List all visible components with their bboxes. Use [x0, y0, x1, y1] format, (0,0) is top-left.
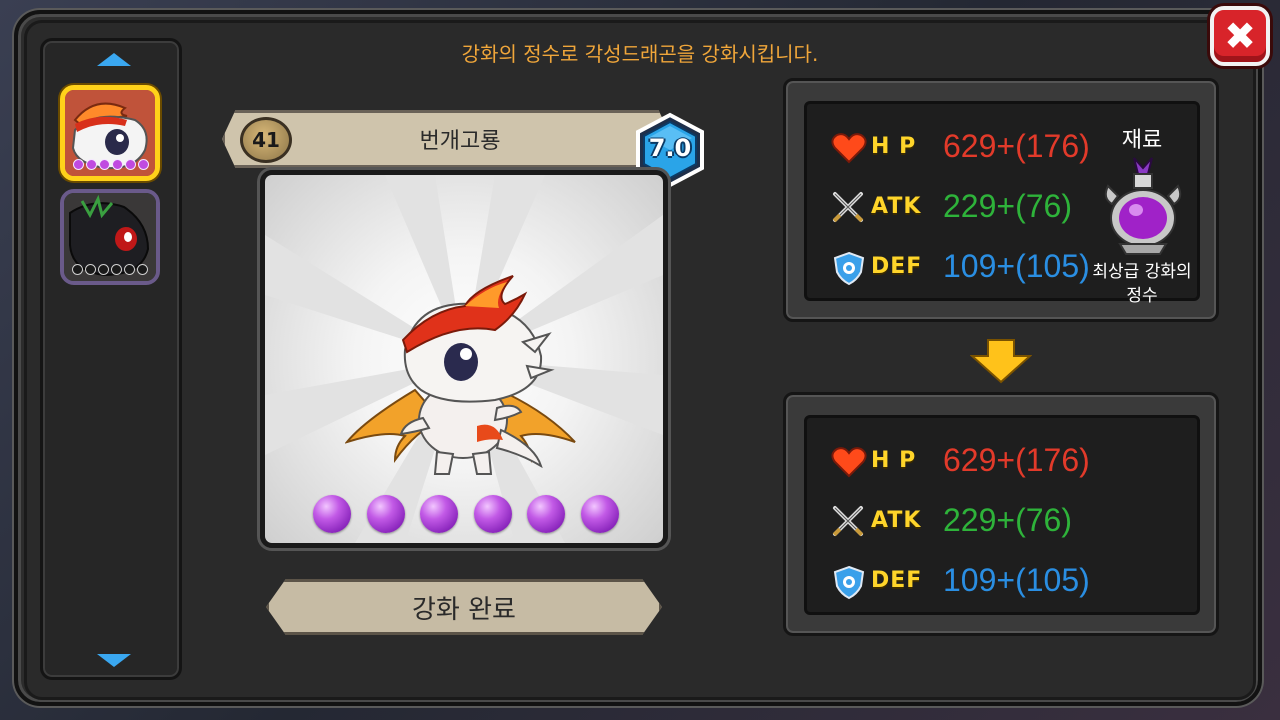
heart-icon [831, 133, 867, 164]
level-badge: 41 [240, 117, 292, 163]
shield-icon [833, 565, 865, 600]
def-label: DEF [871, 568, 923, 593]
result-down-arrow-icon [970, 339, 1032, 384]
def-label: DEF [871, 254, 923, 279]
close-button[interactable]: ✖ [1210, 6, 1270, 66]
close-icon: ✖ [1224, 14, 1256, 58]
atk-value: 229+(76) [943, 502, 1072, 538]
def-value: 109+(105) [943, 562, 1090, 598]
heart-icon [831, 447, 867, 478]
purple-orb-icon [473, 495, 512, 533]
purple-orb-icon [527, 495, 566, 533]
crossed-swords-icon [832, 506, 864, 537]
hp-value: 629+(176) [943, 442, 1090, 478]
shield-icon [833, 251, 865, 286]
material-name-line2: 정수 [1126, 286, 1158, 306]
def-value: 109+(105) [943, 248, 1090, 284]
thumb-gem-row [73, 159, 149, 173]
atk-row: ATK 229+(76) [831, 188, 1131, 228]
hp-label: H P [871, 448, 917, 473]
dragon-thumb-fire[interactable] [60, 85, 160, 181]
enhance-complete-label: 강화 완료 [412, 594, 516, 625]
crossed-swords-icon [832, 192, 864, 223]
atk-label: ATK [871, 508, 922, 533]
material-name-line1: 최상급 강화의 [1092, 262, 1192, 282]
dragon-thumb-dark[interactable] [60, 189, 160, 285]
instruction-text: 강화의 정수로 각성드래곤을 강화시킵니다. [461, 42, 819, 66]
purple-orb-icon [366, 495, 405, 533]
hp-value: 629+(176) [943, 128, 1090, 164]
hp-row: H P 629+(176) [831, 128, 1131, 168]
atk-value: 229+(76) [943, 188, 1072, 224]
dragon-name: 번개고룡 [419, 129, 501, 154]
hp-label: H P [871, 134, 917, 159]
scroll-up-arrow-icon[interactable] [97, 53, 131, 66]
dragon-portrait-card [260, 170, 668, 548]
purple-orb-icon [313, 495, 351, 533]
material-title: 재료 [1121, 128, 1163, 153]
stats-after-inner: H P 629+(176) ATK 229+(76) DEF 109+(105) [804, 415, 1200, 615]
level-value: 41 [252, 128, 280, 152]
def-row: DEF 109+(105) [831, 562, 1131, 602]
enhance-orb-row [313, 495, 619, 535]
stats-after-panel: H P 629+(176) ATK 229+(76) DEF 109+(105) [783, 392, 1219, 636]
scroll-down-arrow-icon[interactable] [97, 654, 131, 667]
material-name: 최상급 강화의 정수 [1080, 260, 1204, 308]
thumb-gem-row [72, 264, 148, 278]
hp-row: H P 629+(176) [831, 442, 1131, 482]
enhance-essence-potion-icon [1104, 157, 1182, 255]
atk-row: ATK 229+(76) [831, 502, 1131, 542]
dragon-figure-icon [345, 275, 576, 475]
purple-orb-icon [420, 495, 459, 533]
enhance-complete-button[interactable]: 강화 완료 [266, 579, 662, 635]
purple-orb-icon [580, 495, 619, 533]
atk-label: ATK [871, 194, 922, 219]
dragon-list-sidebar[interactable] [40, 38, 182, 680]
grade-value: 7.0 [648, 134, 692, 162]
